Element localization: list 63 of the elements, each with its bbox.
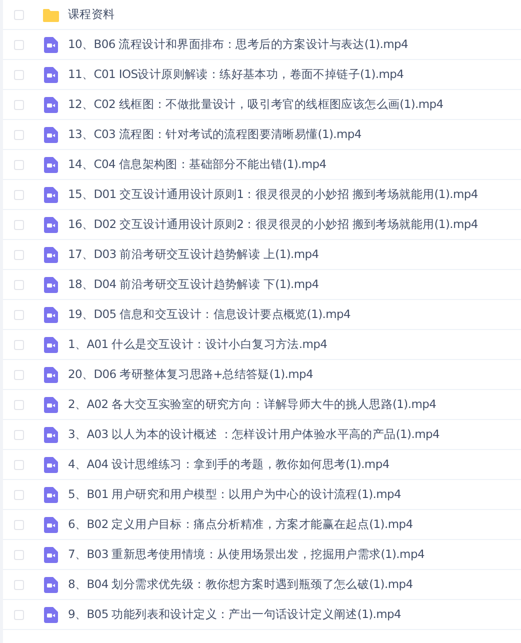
video-file-icon — [44, 516, 58, 532]
file-name[interactable]: 7、B03 重新思考使用情境：从使用场景出发，挖掘用户需求(1).mp4 — [68, 547, 424, 562]
video-file-icon — [44, 246, 58, 262]
video-file-icon — [44, 36, 58, 52]
video-file-icon — [44, 456, 58, 472]
checkbox[interactable] — [14, 520, 24, 530]
file-name[interactable]: 10、B06 流程设计和界面排布：思考后的方案设计与表达(1).mp4 — [68, 37, 408, 52]
checkbox[interactable] — [14, 370, 24, 380]
checkbox[interactable] — [14, 550, 24, 560]
video-file-icon — [44, 366, 58, 382]
file-name[interactable]: 15、D01 交互设计通用设计原则1：很灵很灵的小妙招 搬到考场就能用(1).mp4 — [68, 187, 478, 202]
checkbox[interactable] — [14, 400, 24, 410]
file-name[interactable]: 5、B01 用户研究和用户模型：以用户为中心的设计流程(1).mp4 — [68, 487, 402, 502]
checkbox[interactable] — [14, 160, 24, 170]
file-name[interactable]: 13、C03 流程图：针对考试的流程图要清晰易懂(1).mp4 — [68, 127, 362, 142]
checkbox[interactable] — [14, 340, 24, 350]
checkbox[interactable] — [14, 130, 24, 140]
file-name[interactable]: 18、D04 前沿考研交互设计趋势解读 下(1).mp4 — [68, 277, 319, 292]
file-name[interactable]: 3、A03 以人为本的设计概述 ：怎样设计用户体验水平高的产品(1).mp4 — [68, 427, 440, 442]
checkbox[interactable] — [14, 220, 24, 230]
file-name[interactable]: 20、D06 考研整体复习思路+总结答疑(1).mp4 — [68, 367, 314, 382]
checkbox[interactable] — [14, 40, 24, 50]
video-file-icon — [44, 606, 58, 622]
video-file-icon — [44, 276, 58, 292]
video-file-icon — [44, 426, 58, 442]
file-name[interactable]: 11、C01 IOS设计原则解读：练好基本功，卷面不掉链子(1).mp4 — [68, 67, 404, 82]
video-file-icon — [44, 486, 58, 502]
video-file-icon — [44, 66, 58, 82]
checkbox[interactable] — [14, 10, 24, 20]
video-file-icon — [44, 126, 58, 142]
checkbox[interactable] — [14, 310, 24, 320]
file-name[interactable]: 9、B05 功能列表和设计定义：产出一句话设计定义阐述(1).mp4 — [68, 607, 402, 622]
video-file-icon — [44, 156, 58, 172]
file-name[interactable]: 1、A01 什么是交互设计：设计小白复习方法.mp4 — [68, 337, 328, 352]
checkbox[interactable] — [14, 610, 24, 620]
folder-icon — [43, 8, 59, 22]
video-file-icon — [44, 216, 58, 232]
checkbox[interactable] — [14, 250, 24, 260]
video-file-icon — [44, 396, 58, 412]
video-file-icon — [44, 96, 58, 112]
file-name[interactable]: 2、A02 各大交互实验室的研究方向：详解导师大牛的挑人思路(1).mp4 — [68, 397, 436, 412]
file-name[interactable]: 14、C04 信息架构图：基础部分不能出错(1).mp4 — [68, 157, 326, 172]
file-name[interactable]: 12、C02 线框图：不做批量设计，吸引考官的线框图应该怎么画(1).mp4 — [68, 97, 444, 112]
video-file-icon — [44, 336, 58, 352]
video-file-icon — [44, 576, 58, 592]
checkbox[interactable] — [14, 580, 24, 590]
file-name[interactable]: 4、A04 设计思维练习：拿到手的考题，教你如何思考(1).mp4 — [68, 457, 390, 472]
video-file-icon — [44, 546, 58, 562]
file-name[interactable]: 6、B02 定义用户目标：痛点分析精准，方案才能赢在起点(1).mp4 — [68, 517, 413, 532]
file-name[interactable]: 19、D05 信息和交互设计：信息设计要点概览(1).mp4 — [68, 307, 351, 322]
video-file-icon — [44, 306, 58, 322]
checkbox[interactable] — [14, 430, 24, 440]
file-name[interactable]: 16、D02 交互设计通用设计原则2：很灵很灵的小妙招 搬到考场就能用(1).mp4 — [68, 217, 478, 232]
checkbox[interactable] — [14, 190, 24, 200]
file-name[interactable]: 17、D03 前沿考研交互设计趋势解读 上(1).mp4 — [68, 247, 319, 262]
video-file-icon — [44, 186, 58, 202]
checkbox[interactable] — [14, 70, 24, 80]
checkbox[interactable] — [14, 280, 24, 290]
file-name[interactable]: 8、B04 划分需求优先级：教你想方案时遇到瓶颈了怎么破(1).mp4 — [68, 577, 413, 592]
checkbox[interactable] — [14, 100, 24, 110]
checkbox[interactable] — [14, 460, 24, 470]
checkbox[interactable] — [14, 490, 24, 500]
file-name[interactable]: 课程资料 — [68, 7, 115, 22]
